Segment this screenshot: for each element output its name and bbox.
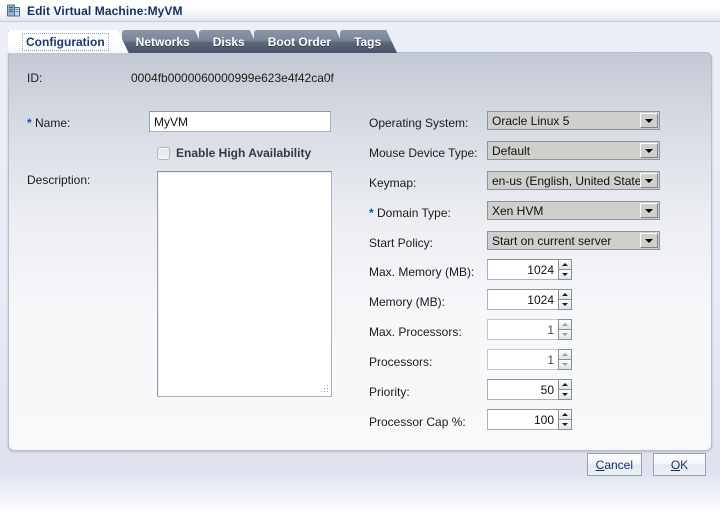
keymap-value: en-us (English, United State [492, 173, 640, 188]
ok-button[interactable]: OK [653, 453, 706, 476]
mouse-device-type-dropdown[interactable]: Default [487, 141, 660, 160]
stepper-down-icon[interactable] [558, 389, 572, 400]
mouse-device-type-value: Default [492, 143, 531, 158]
name-label: * Name: [27, 116, 70, 130]
memory-spinner[interactable]: 1024 [487, 289, 572, 310]
priority-stepper[interactable] [558, 379, 572, 400]
max-memory-label: Max. Memory (MB): [369, 265, 475, 279]
chevron-down-icon[interactable] [640, 143, 658, 158]
tab-networks[interactable]: Networks [122, 30, 206, 53]
chevron-down-icon[interactable] [640, 233, 658, 248]
processor-cap-value[interactable]: 100 [487, 409, 558, 430]
stepper-up-icon[interactable] [558, 259, 572, 270]
description-textarea[interactable] [157, 171, 332, 397]
chevron-down-icon[interactable] [640, 173, 658, 188]
stepper-down-icon[interactable] [558, 269, 572, 280]
tab-boot-order-label: Boot Order [267, 34, 332, 49]
stepper-down-icon[interactable] [558, 419, 572, 430]
tab-tags-label: Tags [354, 34, 382, 49]
processor-cap-spinner[interactable]: 100 [487, 409, 572, 430]
stepper-down-icon[interactable] [558, 299, 572, 310]
configuration-panel: ID: 0004fb0000060000999e623e4f42ca0f * N… [8, 52, 712, 451]
stepper-down-icon[interactable] [558, 359, 572, 370]
tab-strip: Configuration Networks Disks Boot Order … [8, 30, 390, 53]
max-processors-value[interactable]: 1 [487, 319, 558, 340]
tab-boot-order[interactable]: Boot Order [254, 30, 347, 53]
description-label: Description: [27, 173, 91, 187]
chevron-down-icon[interactable] [640, 113, 658, 128]
ok-button-label: K [680, 457, 689, 472]
start-policy-value: Start on current server [492, 233, 612, 248]
cancel-button-label: ancel [604, 457, 633, 472]
processors-spinner[interactable]: 1 [487, 349, 572, 370]
name-input-value: MyVM [154, 114, 188, 129]
domain-type-value: Xen HVM [492, 203, 544, 218]
memory-value[interactable]: 1024 [487, 289, 558, 310]
max-processors-stepper[interactable] [558, 319, 572, 340]
stepper-up-icon[interactable] [558, 289, 572, 300]
name-required-marker: * [27, 116, 32, 130]
operating-system-dropdown[interactable]: Oracle Linux 5 [487, 111, 660, 130]
id-label: ID: [27, 71, 43, 85]
processor-cap-label: Processor Cap %: [369, 415, 466, 429]
processor-cap-stepper[interactable] [558, 409, 572, 430]
chevron-down-icon[interactable] [640, 203, 658, 218]
priority-spinner[interactable]: 50 [487, 379, 572, 400]
max-processors-label: Max. Processors: [369, 325, 462, 339]
keymap-label: Keymap: [369, 176, 417, 190]
processors-stepper[interactable] [558, 349, 572, 370]
tab-configuration[interactable]: Configuration [8, 30, 129, 53]
max-memory-value[interactable]: 1024 [487, 259, 558, 280]
id-value: 0004fb0000060000999e623e4f42ca0f [131, 71, 334, 85]
high-availability-row[interactable]: Enable High Availability [157, 146, 311, 160]
domain-type-required-marker: * [369, 206, 374, 220]
tab-disks[interactable]: Disks [199, 30, 261, 53]
priority-value[interactable]: 50 [487, 379, 558, 400]
memory-stepper[interactable] [558, 289, 572, 310]
tab-disks-label: Disks [212, 34, 245, 49]
stepper-up-icon[interactable] [558, 379, 572, 390]
start-policy-dropdown[interactable]: Start on current server [487, 231, 660, 250]
stepper-up-icon[interactable] [558, 409, 572, 420]
operating-system-value: Oracle Linux 5 [492, 113, 570, 128]
high-availability-checkbox[interactable] [157, 146, 170, 160]
max-memory-stepper[interactable] [558, 259, 572, 280]
stepper-up-icon[interactable] [558, 349, 572, 360]
keymap-dropdown[interactable]: en-us (English, United State [487, 171, 660, 190]
window-titlebar: Edit Virtual Machine:MyVM [0, 0, 720, 22]
window-title: Edit Virtual Machine:MyVM [27, 3, 183, 18]
processors-value[interactable]: 1 [487, 349, 558, 370]
max-memory-spinner[interactable]: 1024 [487, 259, 572, 280]
name-input[interactable]: MyVM [149, 111, 331, 132]
server-icon [6, 3, 21, 18]
stepper-down-icon[interactable] [558, 329, 572, 340]
domain-type-dropdown[interactable]: Xen HVM [487, 201, 660, 220]
max-processors-spinner[interactable]: 1 [487, 319, 572, 340]
priority-label: Priority: [369, 385, 410, 399]
high-availability-label: Enable High Availability [176, 146, 312, 160]
tab-networks-label: Networks [135, 34, 190, 49]
dialog-button-bar: Cancel OK [0, 453, 712, 476]
ok-button-mnemonic: O [670, 457, 681, 472]
processors-label: Processors: [369, 355, 433, 369]
start-policy-label: Start Policy: [369, 236, 434, 250]
mouse-device-type-label: Mouse Device Type: [369, 146, 478, 160]
stepper-up-icon[interactable] [558, 319, 572, 330]
memory-label: Memory (MB): [369, 295, 445, 309]
operating-system-label: Operating System: [369, 116, 469, 130]
tab-tags[interactable]: Tags [340, 30, 397, 53]
tab-configuration-label: Configuration [22, 33, 109, 51]
domain-type-label: * Domain Type: [369, 206, 451, 220]
cancel-button-mnemonic: C [595, 457, 605, 472]
cancel-button[interactable]: Cancel [586, 453, 642, 476]
resize-grip-icon[interactable] [319, 384, 329, 394]
domain-type-label-text: Domain Type: [377, 206, 451, 220]
name-label-text: Name: [35, 116, 71, 130]
